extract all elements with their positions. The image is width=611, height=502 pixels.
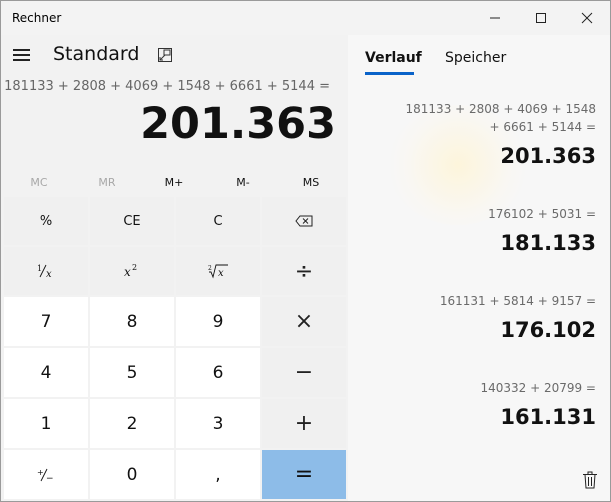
calculator-window: Rechner Standard 181133 + 2808 + 4069 + …	[0, 0, 611, 502]
history-item-4-expression[interactable]: 140332 + 20799 =	[480, 381, 596, 395]
history-item-2-result[interactable]: 181.133	[500, 231, 596, 255]
keypad: % CE C 1 x x 2 2 x ÷ 7 8 9 × 4 5 6 − 1 2…	[4, 197, 346, 499]
memory-clear-button[interactable]: MC	[9, 176, 69, 189]
negate-icon: + −	[37, 468, 54, 483]
svg-text:−: −	[46, 474, 54, 483]
memory-subtract-button[interactable]: M-	[213, 176, 273, 189]
history-item-3-expression[interactable]: 161131 + 5814 + 9157 =	[440, 294, 596, 308]
digit-3-button[interactable]: 3	[176, 399, 260, 448]
history-panel: Verlauf Speicher 181133 + 2808 + 4069 + …	[348, 35, 610, 501]
clear-button[interactable]: C	[176, 197, 260, 245]
memory-add-button[interactable]: M+	[144, 176, 204, 189]
history-item-4-result[interactable]: 161.131	[500, 405, 596, 429]
window-title: Rechner	[12, 11, 62, 25]
trash-icon[interactable]	[582, 471, 598, 489]
decimal-separator-button[interactable]: ,	[176, 450, 260, 499]
maximize-icon	[536, 13, 546, 23]
square-root-button[interactable]: 2 x	[176, 247, 260, 295]
history-item-1-expression-line1[interactable]: 181133 + 2808 + 4069 + 1548	[406, 102, 596, 116]
minimize-button[interactable]	[472, 1, 518, 35]
history-item-3-result[interactable]: 176.102	[500, 318, 596, 342]
memory-recall-button[interactable]: MR	[77, 176, 137, 189]
digit-1-button[interactable]: 1	[4, 399, 88, 448]
divide-button[interactable]: ÷	[262, 247, 346, 295]
svg-text:x: x	[124, 265, 131, 279]
multiply-button[interactable]: ×	[262, 297, 346, 346]
digit-8-button[interactable]: 8	[90, 297, 174, 346]
tab-history[interactable]: Verlauf	[365, 50, 422, 66]
mode-title: Standard	[53, 43, 140, 65]
square-root-icon: 2 x	[208, 264, 228, 279]
digit-0-button[interactable]: 0	[90, 450, 174, 499]
keep-on-top-icon[interactable]	[157, 47, 173, 63]
svg-text:+: +	[37, 468, 44, 477]
close-icon	[581, 12, 593, 24]
hamburger-icon[interactable]	[13, 48, 31, 62]
svg-text:x: x	[218, 268, 224, 279]
square-icon: x 2	[124, 263, 137, 279]
svg-text:x: x	[46, 269, 52, 279]
memory-row: MC MR M+ M- MS	[1, 172, 348, 196]
digit-4-button[interactable]: 4	[4, 348, 88, 397]
digit-7-button[interactable]: 7	[4, 297, 88, 346]
result-display: 201.363	[140, 99, 336, 149]
history-item-2-expression[interactable]: 176102 + 5031 =	[488, 207, 596, 221]
svg-text:2: 2	[208, 265, 212, 272]
square-button[interactable]: x 2	[90, 247, 174, 295]
percent-button[interactable]: %	[4, 197, 88, 245]
history-item-1-result[interactable]: 201.363	[500, 144, 596, 168]
title-bar: Rechner	[1, 1, 610, 35]
calculator-panel: Standard 181133 + 2808 + 4069 + 1548 + 6…	[1, 35, 348, 501]
minus-button[interactable]: −	[262, 348, 346, 397]
digit-6-button[interactable]: 6	[176, 348, 260, 397]
reciprocal-icon: 1 x	[37, 264, 52, 279]
equals-button[interactable]: =	[262, 450, 346, 499]
reciprocal-button[interactable]: 1 x	[4, 247, 88, 295]
backspace-button[interactable]	[262, 197, 346, 245]
tab-history-indicator	[365, 72, 414, 75]
expression-display: 181133 + 2808 + 4069 + 1548 + 6661 + 514…	[4, 79, 330, 94]
clear-entry-button[interactable]: CE	[90, 197, 174, 245]
negate-button[interactable]: + −	[4, 450, 88, 499]
tab-memory[interactable]: Speicher	[445, 50, 506, 66]
plus-button[interactable]: +	[262, 399, 346, 448]
memory-store-button[interactable]: MS	[281, 176, 341, 189]
minimize-icon	[490, 17, 500, 19]
digit-5-button[interactable]: 5	[90, 348, 174, 397]
backspace-icon	[295, 215, 313, 227]
close-button[interactable]	[564, 1, 610, 35]
digit-2-button[interactable]: 2	[90, 399, 174, 448]
maximize-button[interactable]	[518, 1, 564, 35]
history-item-1-expression-line2[interactable]: + 6661 + 5144 =	[490, 120, 597, 134]
svg-text:1: 1	[37, 264, 42, 273]
digit-9-button[interactable]: 9	[176, 297, 260, 346]
svg-text:2: 2	[132, 263, 137, 272]
